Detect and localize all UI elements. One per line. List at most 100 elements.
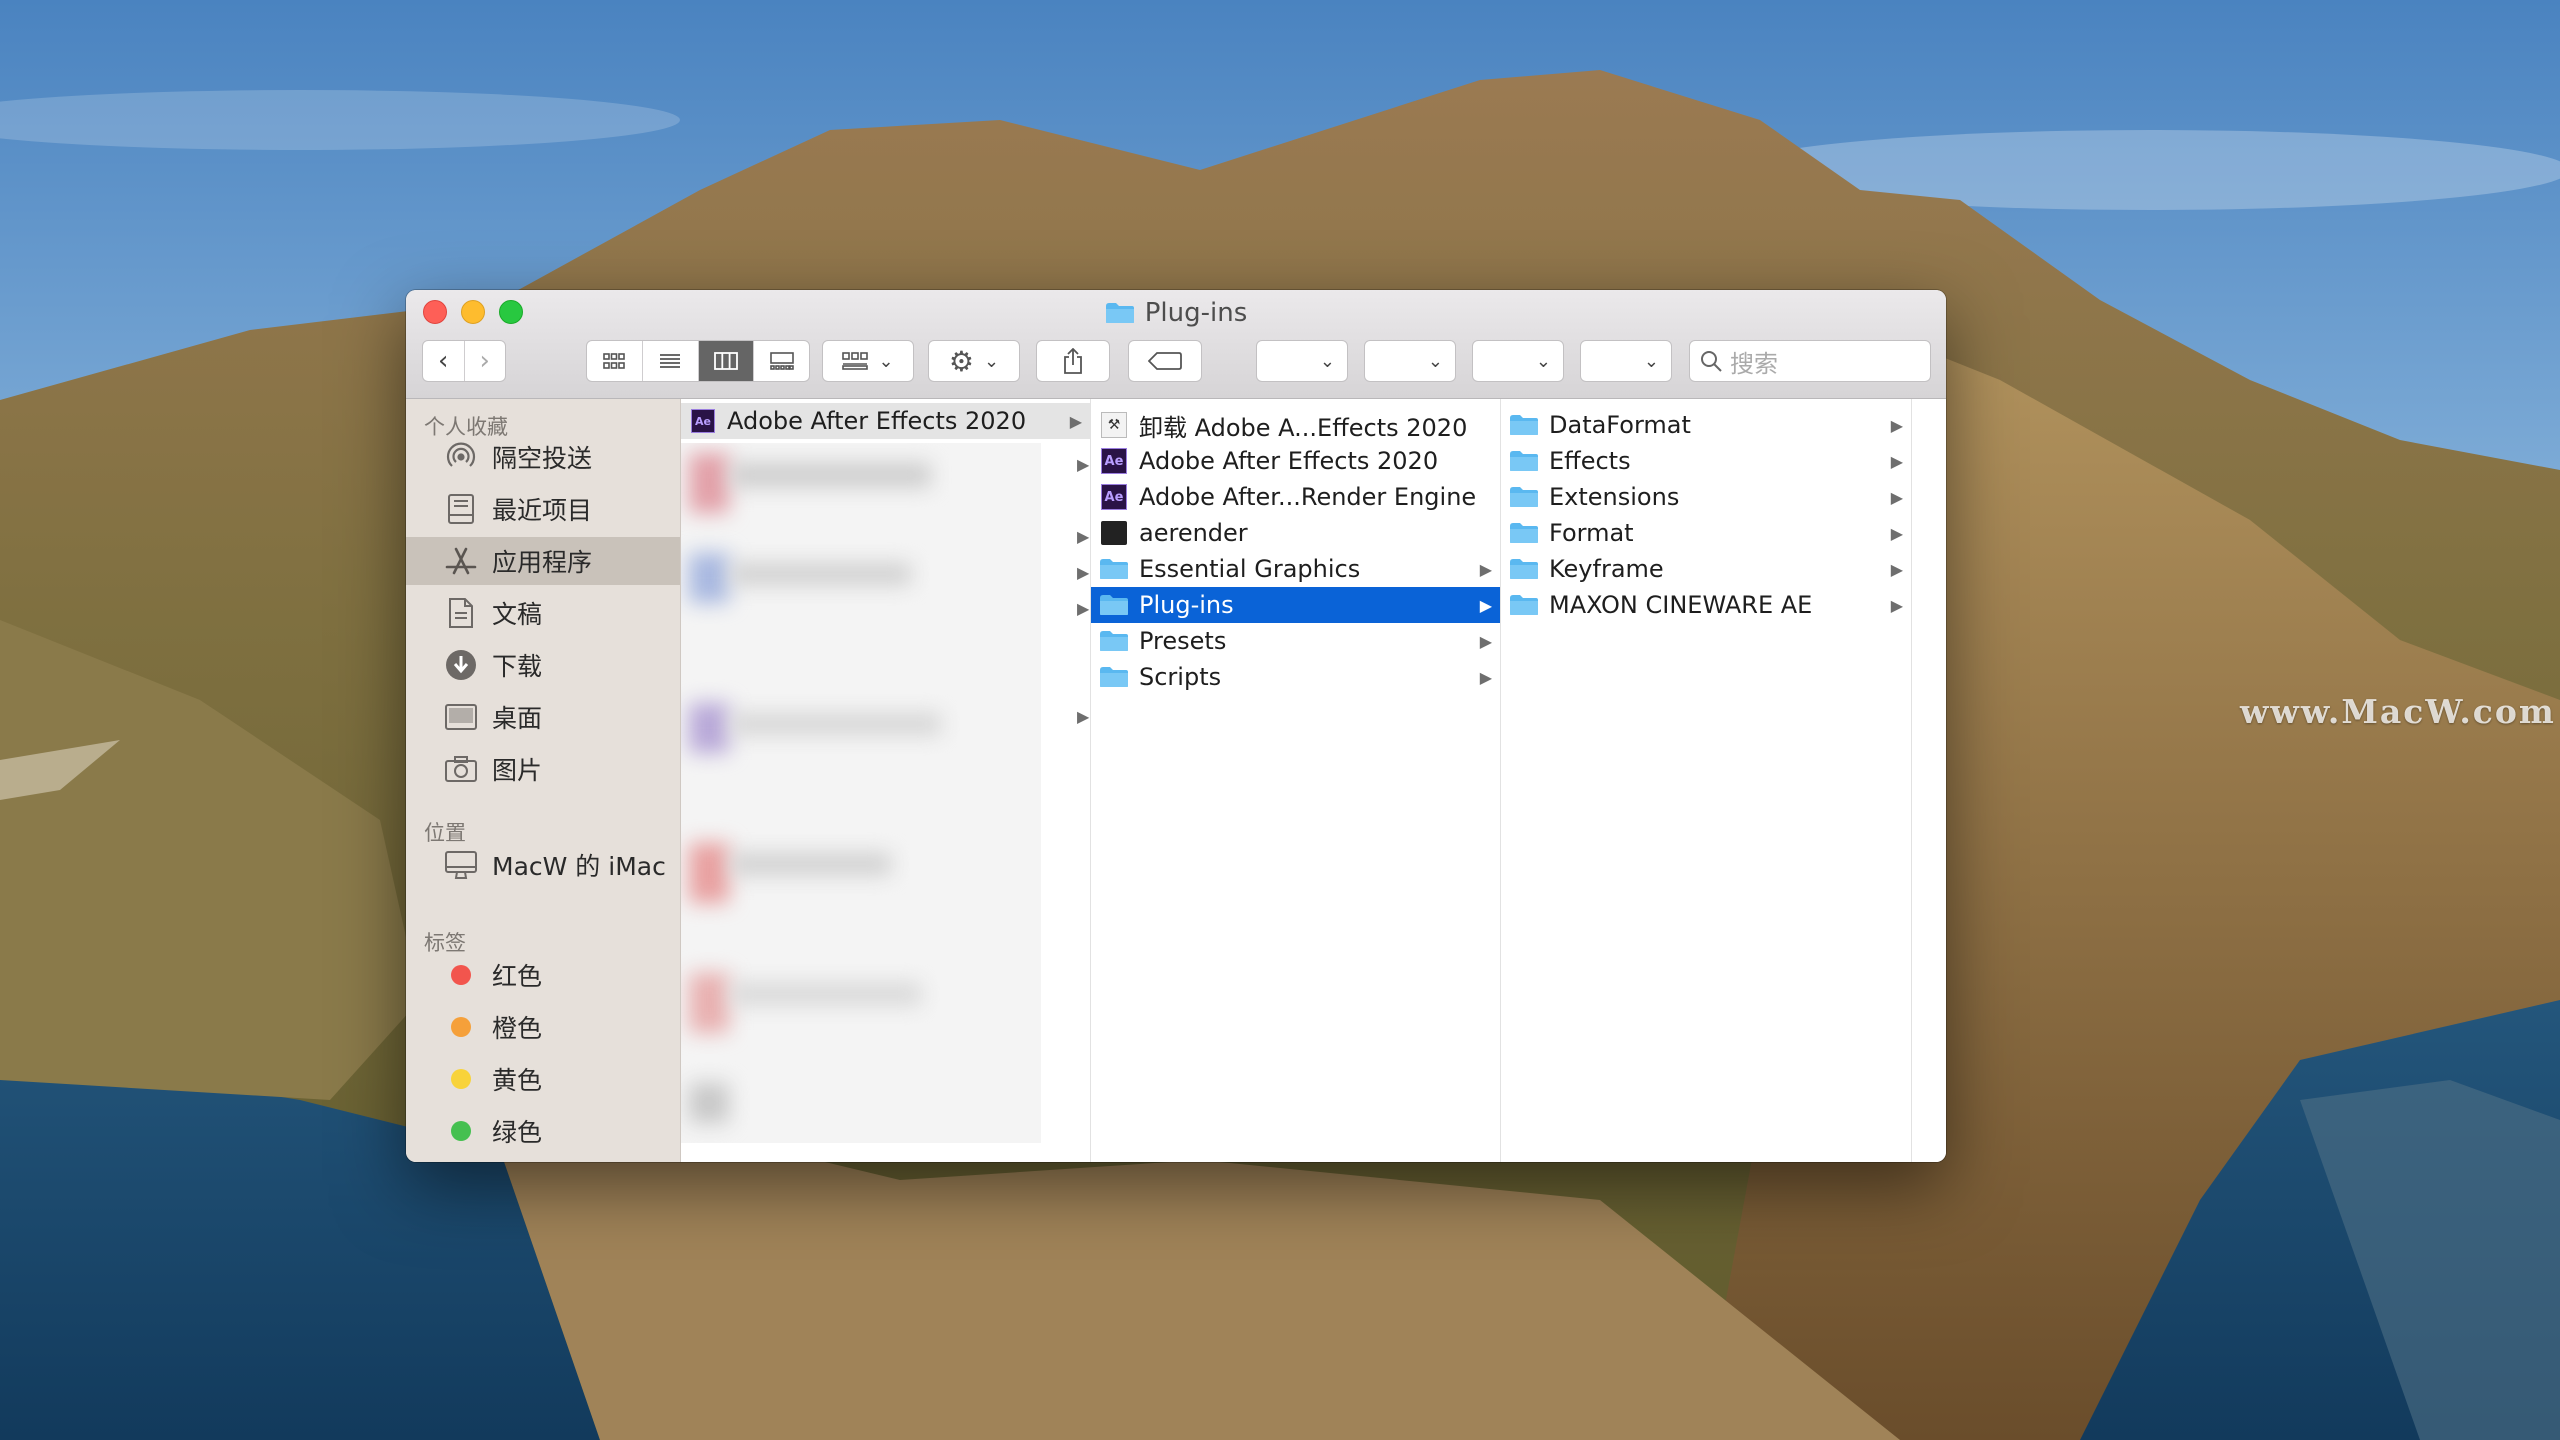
search-field[interactable]: 搜索 xyxy=(1689,340,1931,382)
list-item-ae-app[interactable]: Ae Adobe After Effects 2020 xyxy=(1091,443,1500,479)
toolbar-dropdown-2[interactable]: ⌄ xyxy=(1364,340,1456,382)
list-item-aerender[interactable]: aerender xyxy=(1091,515,1500,551)
column-plug-ins: DataFormat ▶ Effects ▶ Extensions ▶ Form… xyxy=(1501,399,1912,1162)
forward-button[interactable]: › xyxy=(465,341,506,381)
sidebar-item-label: 下载 xyxy=(492,652,543,681)
sidebar-item-label: 文稿 xyxy=(492,600,543,629)
list-item-label: Adobe After Effects 2020 xyxy=(727,407,1027,435)
sidebar-item-label: 隔空投送 xyxy=(492,444,593,473)
yellow-tag-dot-icon xyxy=(451,1069,471,1089)
toolbar-dropdown-1[interactable]: ⌄ xyxy=(1256,340,1348,382)
list-item-label: Effects xyxy=(1549,447,1631,475)
imac-icon xyxy=(440,850,482,880)
share-icon xyxy=(1064,348,1082,374)
title-bar: Plug-ins ‹ › ⌄ ⚙ ⌄ ⌄ ⌄ ⌄ ⌄ 搜索 xyxy=(406,290,1946,399)
sidebar-tag-red[interactable]: 红色 xyxy=(406,951,680,999)
sidebar-item-label: 应用程序 xyxy=(492,548,593,577)
airdrop-icon xyxy=(440,440,482,474)
chevron-right-icon: › xyxy=(479,346,490,376)
list-item-plug-ins[interactable]: Plug-ins ▶ xyxy=(1091,587,1500,623)
list-item-uninstaller[interactable]: ⚒ 卸载 Adobe A...Effects 2020 xyxy=(1091,407,1500,443)
sidebar-tag-yellow[interactable]: 黄色 xyxy=(406,1055,680,1103)
list-item-render-engine[interactable]: Ae Adobe After...Render Engine xyxy=(1091,479,1500,515)
folder-icon xyxy=(1105,303,1134,323)
desktop-icon xyxy=(440,703,482,731)
window-title: Plug-ins xyxy=(406,298,1946,328)
chevron-down-icon: ⌄ xyxy=(1427,350,1443,372)
sidebar-item-label: 绿色 xyxy=(492,1118,543,1147)
ae-app-icon: Ae xyxy=(1101,484,1127,510)
action-button[interactable]: ⚙ ⌄ xyxy=(928,340,1020,382)
disclosure-arrow-icon: ▶ xyxy=(1890,487,1903,507)
share-button[interactable] xyxy=(1036,340,1110,382)
sidebar-item-label: 最近项目 xyxy=(492,496,593,525)
list-item-label: Adobe After...Render Engine xyxy=(1139,483,1477,511)
list-item-presets[interactable]: Presets ▶ xyxy=(1091,623,1500,659)
disclosure-arrow-icon: ▶ xyxy=(1890,451,1903,471)
back-button[interactable]: ‹ xyxy=(423,341,465,381)
disclosure-arrow-icon: ▶ xyxy=(1077,455,1090,474)
sidebar-item-desktop[interactable]: 桌面 xyxy=(406,693,680,741)
folder-icon xyxy=(1100,595,1128,615)
group-button[interactable]: ⌄ xyxy=(822,340,914,382)
disclosure-arrow-icon: ▶ xyxy=(1890,523,1903,543)
list-item-after-effects-folder[interactable]: Ae Adobe After Effects 2020 ▶ xyxy=(681,403,1090,439)
list-view-button[interactable] xyxy=(643,341,699,381)
sidebar-item-applications[interactable]: 应用程序 xyxy=(406,537,680,585)
red-tag-dot-icon xyxy=(451,965,471,985)
green-tag-dot-icon xyxy=(451,1121,471,1141)
navigation-buttons: ‹ › xyxy=(422,340,506,382)
folder-icon xyxy=(1100,559,1128,579)
sidebar-item-recents[interactable]: 最近项目 xyxy=(406,485,680,533)
disclosure-arrow-icon: ▶ xyxy=(1890,415,1903,435)
list-icon xyxy=(660,354,681,368)
list-item-label: DataFormat xyxy=(1549,411,1691,439)
list-item-label: Format xyxy=(1549,519,1634,547)
list-item-scripts[interactable]: Scripts ▶ xyxy=(1091,659,1500,695)
toolbar-dropdown-3[interactable]: ⌄ xyxy=(1472,340,1564,382)
folder-icon xyxy=(1100,667,1128,687)
toolbar-dropdown-4[interactable]: ⌄ xyxy=(1580,340,1672,382)
list-item-label: Keyframe xyxy=(1549,555,1664,583)
list-item-keyframe[interactable]: Keyframe ▶ xyxy=(1501,551,1911,587)
list-item-label: Extensions xyxy=(1549,483,1680,511)
disclosure-arrow-icon: ▶ xyxy=(1077,599,1090,618)
group-icon xyxy=(842,352,869,370)
sidebar-item-label: 桌面 xyxy=(492,704,543,733)
column-view-button[interactable] xyxy=(698,341,755,381)
download-icon xyxy=(440,649,482,681)
gallery-view-button[interactable] xyxy=(754,341,809,381)
sidebar-item-pictures[interactable]: 图片 xyxy=(406,745,680,793)
sidebar-item-imac[interactable]: MacW 的 iMac xyxy=(406,841,680,889)
disclosure-arrow-icon: ▶ xyxy=(1077,527,1090,546)
disclosure-arrow-icon: ▶ xyxy=(1077,563,1090,582)
icon-view-button[interactable] xyxy=(587,341,643,381)
disclosure-arrow-icon: ▶ xyxy=(1479,631,1492,651)
list-item-dataformat[interactable]: DataFormat ▶ xyxy=(1501,407,1911,443)
column-after-effects: ⚒ 卸载 Adobe A...Effects 2020 Ae Adobe Aft… xyxy=(1091,399,1501,1162)
sidebar-item-documents[interactable]: 文稿 xyxy=(406,589,680,637)
sidebar-tag-orange[interactable]: 橙色 xyxy=(406,1003,680,1051)
folder-icon xyxy=(1510,523,1538,543)
sidebar-item-airdrop[interactable]: 隔空投送 xyxy=(406,433,680,481)
list-item-label: Plug-ins xyxy=(1139,591,1234,619)
chevron-down-icon: ⌄ xyxy=(1319,350,1335,372)
sidebar-item-downloads[interactable]: 下载 xyxy=(406,641,680,689)
grid-icon xyxy=(603,353,626,369)
tags-button[interactable] xyxy=(1128,340,1202,382)
blurred-list-area xyxy=(681,443,1041,1143)
disclosure-arrow-icon: ▶ xyxy=(1890,559,1903,579)
list-item-effects[interactable]: Effects ▶ xyxy=(1501,443,1911,479)
chevron-down-icon: ⌄ xyxy=(878,350,894,372)
sidebar: 个人收藏 隔空投送 最近项目 应用程序 文稿 下载 桌面 图片 位置 MacW … xyxy=(406,399,681,1162)
sidebar-item-label: 红色 xyxy=(492,962,543,991)
list-item-extensions[interactable]: Extensions ▶ xyxy=(1501,479,1911,515)
list-item-maxon-cineware[interactable]: MAXON CINEWARE AE ▶ xyxy=(1501,587,1911,623)
list-item-format[interactable]: Format ▶ xyxy=(1501,515,1911,551)
column-empty xyxy=(1912,399,1946,1162)
sidebar-tag-green[interactable]: 绿色 xyxy=(406,1107,680,1155)
gear-icon: ⚙ xyxy=(948,344,974,378)
list-item-essential-graphics[interactable]: Essential Graphics ▶ xyxy=(1091,551,1500,587)
list-item-label: Adobe After Effects 2020 xyxy=(1139,447,1439,475)
sidebar-item-label: 橙色 xyxy=(492,1014,543,1043)
